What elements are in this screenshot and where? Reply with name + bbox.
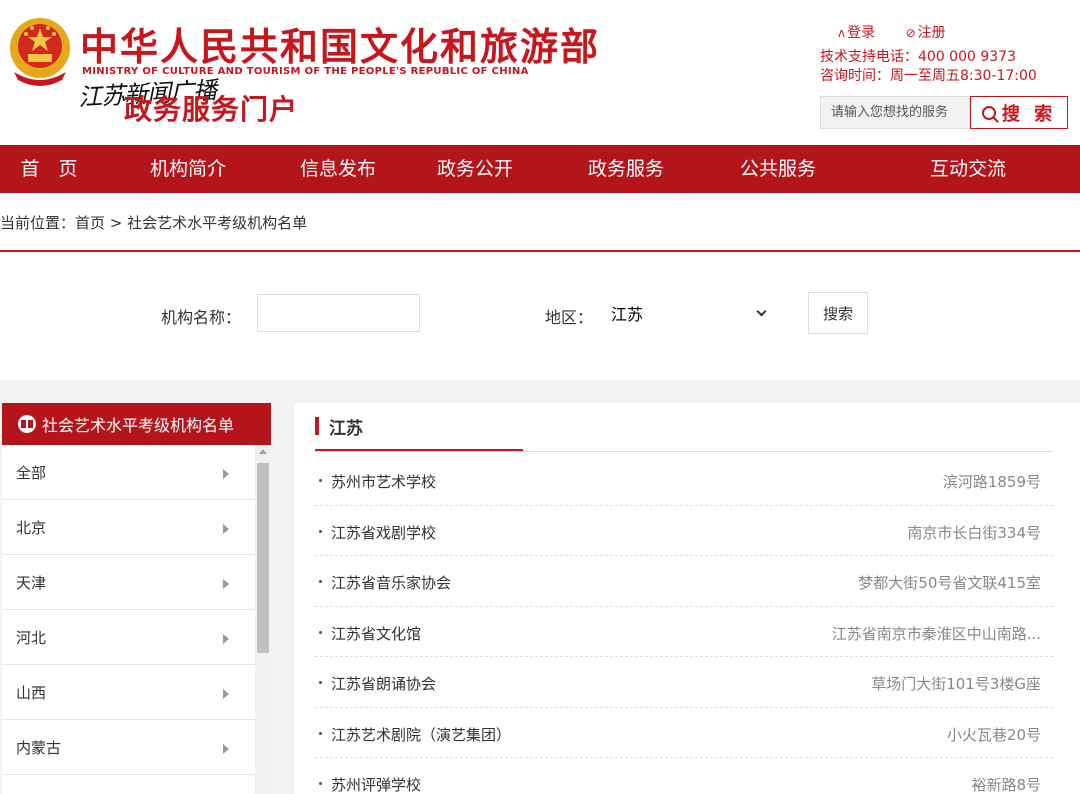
bullet-icon (319, 529, 322, 533)
sidebar-item-beijing[interactable]: 北京 (2, 500, 255, 555)
org-name[interactable]: 江苏省朗诵协会 (331, 673, 436, 694)
sidebar-item-shanxi[interactable]: 山西 (2, 665, 255, 720)
results-title: 江苏 (329, 418, 363, 439)
org-address: 滨河路1859号 (942, 473, 1041, 491)
sidebar-item-inner-mongolia[interactable]: 内蒙古 (2, 720, 255, 775)
sidebar-item-all[interactable]: 全部 (2, 445, 255, 500)
header-search: 搜 索 (820, 96, 1068, 129)
nav-item-public-services[interactable]: 公共服务 (700, 145, 856, 193)
list-item[interactable]: 江苏省朗诵协会 草场门大街101号3楼G座 (315, 657, 1053, 708)
org-address: 江苏省南京市秦淮区中山南路... (831, 624, 1041, 643)
org-address: 草场门大街101号3楼G座 (871, 675, 1041, 693)
sidebar: 社会艺术水平考级机构名单 全部 北京 天津 河北 山西 内蒙古 (2, 403, 271, 794)
scrollbar-thumb[interactable] (257, 463, 269, 653)
list-item[interactable]: 江苏省文化馆 江苏省南京市秦淮区中山南路... (315, 607, 1053, 657)
sidebar-header: 社会艺术水平考级机构名单 (2, 403, 271, 445)
scroll-up-icon[interactable] (259, 449, 267, 454)
header-search-button[interactable]: 搜 索 (970, 96, 1068, 129)
login-link[interactable]: ᴧ 登录 (838, 25, 875, 41)
caret-right-icon (223, 524, 229, 534)
org-name[interactable]: 江苏省音乐家协会 (331, 572, 451, 593)
user-icon: ᴧ (838, 26, 846, 40)
site-title: 中华人民共和国文化和旅游部 (80, 25, 601, 69)
site-header: 中华人民共和国文化和旅游部 MINISTRY OF CULTURE AND TO… (0, 0, 1080, 145)
results-header: 江苏 (315, 415, 363, 439)
org-name[interactable]: 苏州评弹学校 (331, 774, 421, 794)
active-underline (315, 449, 523, 451)
sidebar-item-label: 河北 (16, 628, 47, 647)
nav-item-news[interactable]: 信息发布 (278, 145, 398, 193)
sidebar-item-label: 山西 (16, 683, 47, 702)
user-links: ᴧ 登录 ⊘ 注册 (838, 22, 972, 42)
sidebar-title: 社会艺术水平考级机构名单 (42, 416, 235, 435)
sidebar-list: 全部 北京 天津 河北 山西 内蒙古 (2, 445, 255, 794)
sidebar-item-hebei[interactable]: 河北 (2, 610, 255, 665)
nav-item-about[interactable]: 机构简介 (98, 145, 278, 193)
nav-item-disclosure[interactable]: 政务公开 (398, 145, 552, 193)
org-name-input[interactable] (257, 294, 420, 332)
title-marker (315, 417, 319, 435)
caret-right-icon (223, 634, 229, 644)
list-item[interactable]: 苏州评弹学校 裕新路8号 (315, 758, 1053, 794)
register-label: 注册 (917, 25, 946, 41)
region-select[interactable]: 江苏 (605, 294, 775, 332)
list-item[interactable]: 苏州市艺术学校 滨河路1859号 (315, 455, 1053, 506)
sidebar-item-label: 内蒙古 (16, 738, 62, 757)
login-label: 登录 (847, 25, 876, 41)
nav-item-home[interactable]: 首 页 (0, 145, 98, 193)
breadcrumb: 当前位置：首页 > 社会艺术水平考级机构名单 (0, 214, 308, 232)
register-link[interactable]: ⊘ 注册 (906, 25, 946, 41)
chevron-down-icon (756, 306, 767, 317)
org-address: 南京市长白街334号 (907, 523, 1041, 542)
bullet-icon (319, 479, 322, 482)
caret-right-icon (223, 744, 229, 754)
list-item[interactable]: 江苏艺术剧院（演艺集团） 小火瓦巷20号 (315, 708, 1053, 758)
nav-item-services[interactable]: 政务服务 (552, 145, 700, 193)
bullet-icon (319, 580, 322, 583)
org-name[interactable]: 苏州市艺术学校 (331, 471, 436, 492)
org-name[interactable]: 江苏省文化馆 (331, 623, 421, 644)
sidebar-item-next[interactable] (2, 775, 255, 794)
sidebar-scrollbar[interactable] (255, 445, 271, 794)
region-label: 地区： (545, 308, 594, 327)
bullet-icon (319, 782, 322, 785)
book-icon (18, 415, 36, 433)
org-name[interactable]: 江苏艺术剧院（演艺集团） (331, 724, 511, 745)
list-item[interactable]: 江苏省戏剧学校 南京市长白街334号 (315, 506, 1053, 556)
sidebar-item-label: 北京 (16, 518, 47, 537)
pen-icon: ⊘ (905, 26, 916, 40)
list-item[interactable]: 江苏省音乐家协会 梦都大街50号省文联415室 (315, 556, 1053, 607)
support-phone: 技术支持电话：400 000 9373 (820, 49, 1016, 65)
org-name-label: 机构名称： (161, 308, 242, 327)
nav-item-interaction[interactable]: 互动交流 (856, 145, 1080, 193)
national-emblem-icon (10, 18, 70, 86)
support-hours: 咨询时间：周一至周五8:30-17:00 (820, 68, 1037, 84)
header-search-button-label: 搜 索 (1001, 103, 1057, 125)
org-address: 小火瓦巷20号 (946, 725, 1041, 744)
filter-panel: 机构名称： 地区： 江苏 搜索 (0, 252, 1080, 380)
bullet-icon (319, 630, 322, 634)
filter-search-button[interactable]: 搜索 (808, 292, 868, 334)
results-panel: 江苏 苏州市艺术学校 滨河路1859号 江苏省戏剧学校 南京市长白街334号 江苏省… (294, 403, 1080, 794)
sidebar-item-label: 天津 (16, 573, 47, 592)
org-address: 梦都大街50号省文联415室 (858, 574, 1041, 592)
search-icon (981, 105, 996, 120)
results-list: 苏州市艺术学校 滨河路1859号 江苏省戏剧学校 南京市长白街334号 江苏省音乐家… (315, 455, 1053, 794)
portal-title: 政务服务门户 (124, 93, 299, 126)
main-nav: 首 页 机构简介 信息发布 政务公开 政务服务 公共服务 互动交流 (0, 145, 1080, 193)
org-name[interactable]: 江苏省戏剧学校 (331, 522, 436, 543)
sidebar-item-label: 全部 (16, 463, 47, 482)
bullet-icon (319, 681, 322, 684)
region-select-value: 江苏 (611, 305, 644, 324)
caret-right-icon (223, 689, 229, 699)
header-search-input[interactable] (820, 96, 970, 129)
support-info: 技术支持电话：400 000 9373 咨询时间：周一至周五8:30-17:00 (820, 48, 1037, 86)
divider (315, 451, 1053, 452)
sidebar-item-tianjin[interactable]: 天津 (2, 555, 255, 610)
caret-right-icon (223, 469, 229, 479)
bullet-icon (319, 731, 322, 735)
caret-right-icon (223, 579, 229, 589)
org-address: 裕新路8号 (971, 776, 1041, 794)
